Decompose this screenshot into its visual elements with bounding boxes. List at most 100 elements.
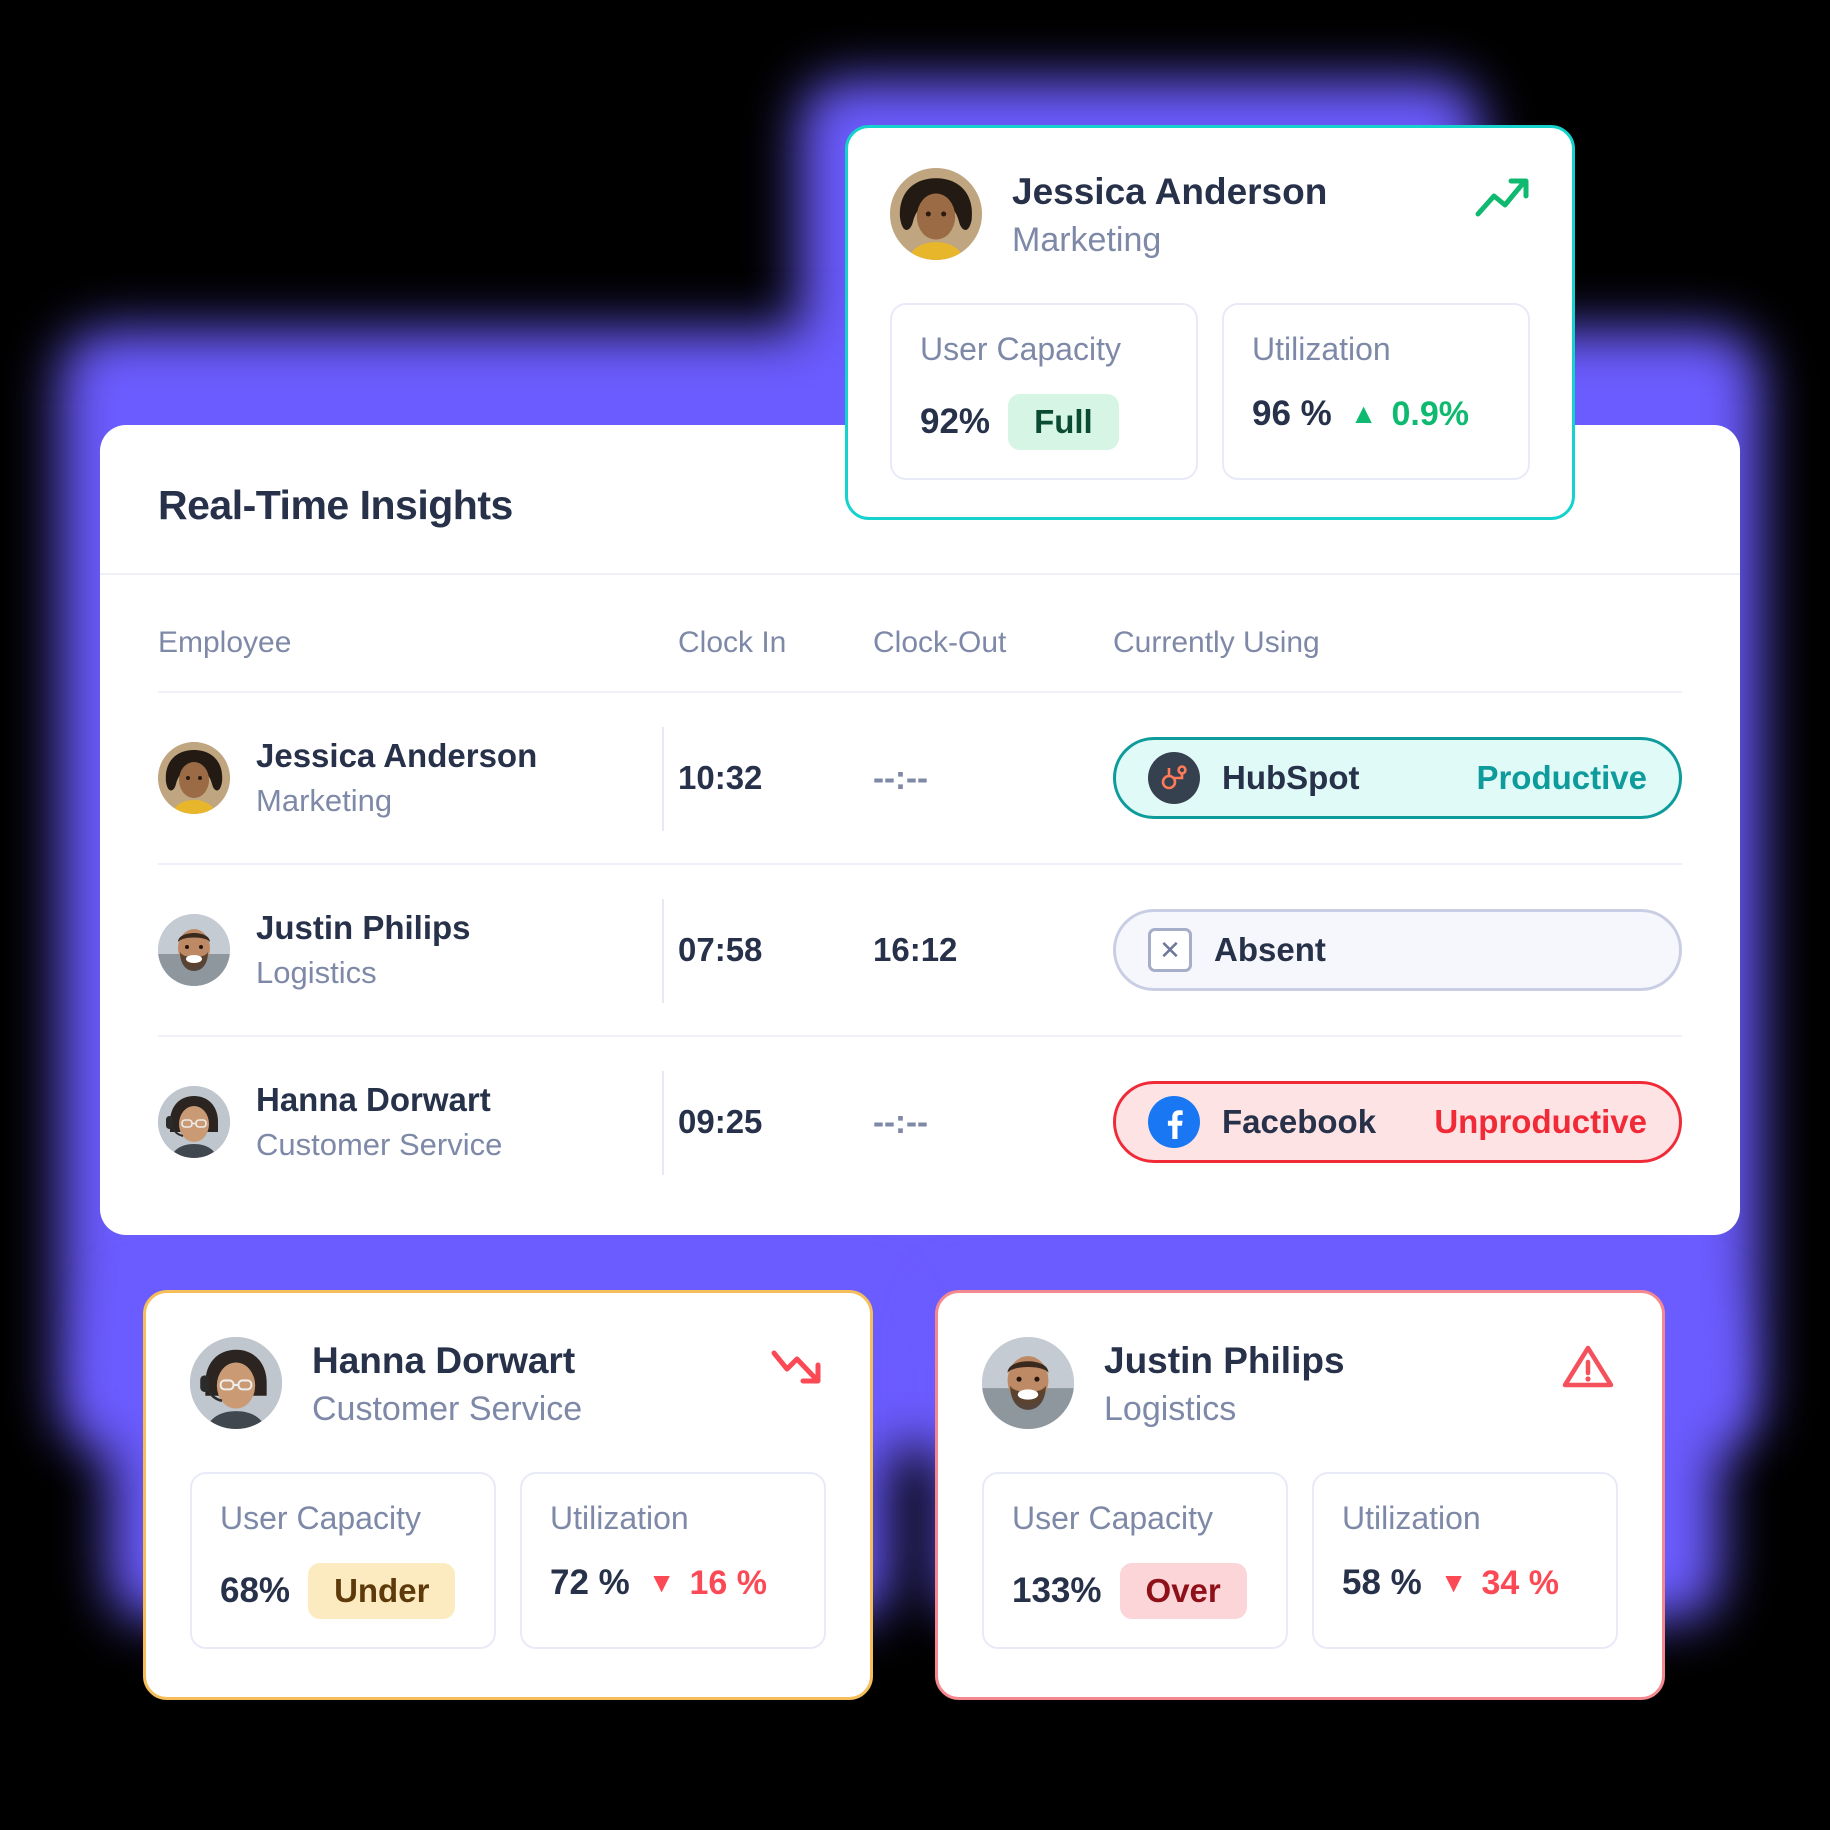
avatar [890,168,982,260]
metric-row: 68% Under [220,1563,466,1620]
status-app-name: HubSpot [1222,759,1360,796]
profile-card-header: Hanna Dorwart Customer Service [190,1337,826,1434]
metric-utilization: Utilization 72 % ▼ 16 % [520,1472,826,1650]
status-chip: Full [1008,394,1119,451]
metric-label: User Capacity [220,1500,421,1537]
profile-role: Logistics [1104,1390,1237,1429]
employee-name: Jessica Anderson [256,737,538,775]
profile-identity: Jessica Anderson Marketing [1012,168,1327,265]
metric-user-capacity: User Capacity 68% Under [190,1472,496,1650]
column-header-employee: Employee [158,626,292,659]
metric-value: 133% [1012,1571,1102,1611]
absent-icon: ✕ [1148,928,1192,972]
trend-down-icon [770,1343,826,1389]
profile-metrics: User Capacity 133% Over Utilization 58 %… [982,1472,1618,1650]
profile-name: Hanna Dorwart [312,1340,576,1381]
avatar-portrait [158,914,230,986]
currently-using-cell: ✕ Absent [1113,909,1682,991]
avatar-portrait [158,1086,230,1158]
metric-utilization: Utilization 96 % ▲ 0.9% [1222,303,1530,481]
employee-name: Hanna Dorwart [256,1081,491,1119]
employee-role: Marketing [256,782,393,818]
facebook-icon [1148,1096,1200,1148]
avatar [190,1337,282,1429]
profile-card-justin-philips: Justin Philips Logistics User Capacity 1… [935,1290,1665,1700]
avatar [982,1337,1074,1429]
table-row[interactable]: Justin Philips Logistics 07:58 16:12 ✕ A… [158,863,1682,1035]
metric-user-capacity: User Capacity 92% Full [890,303,1198,481]
status-badge-productive[interactable]: HubSpot Productive [1113,737,1682,819]
employee-cell: Hanna Dorwart Customer Service [158,1037,678,1207]
status-chip: Under [308,1563,456,1620]
employee-role: Customer Service [256,1126,503,1162]
profile-card-hanna-dorwart: Hanna Dorwart Customer Service User Capa… [143,1290,873,1700]
column-header-clock-out: Clock-Out [873,626,1007,659]
profile-card-jessica-anderson: Jessica Anderson Marketing User Capacity… [845,125,1575,520]
status-chip: Over [1119,1563,1247,1620]
clock-in-value: 09:25 [678,1103,763,1140]
metric-delta: ▼ 16 % [648,1564,767,1603]
metric-value: 58 % [1342,1563,1422,1603]
metric-row: 58 % ▼ 34 % [1342,1563,1588,1603]
metric-value: 96 % [1252,394,1332,434]
clock-out-value: --:-- [873,1103,928,1140]
profile-metrics: User Capacity 92% Full Utilization 96 % … [890,303,1530,481]
trend-up-icon [1474,174,1530,220]
metric-utilization: Utilization 58 % ▼ 34 % [1312,1472,1618,1650]
profile-card-header: Justin Philips Logistics [982,1337,1618,1434]
delta-value: 34 % [1481,1563,1560,1602]
metric-label: Utilization [1342,1500,1481,1537]
metric-row: 72 % ▼ 16 % [550,1563,796,1603]
profile-name: Justin Philips [1104,1340,1345,1381]
metric-value: 72 % [550,1563,630,1603]
status-badge-absent[interactable]: ✕ Absent [1113,909,1682,991]
employee-name: Justin Philips [256,909,471,947]
caret-down-icon: ▼ [1439,1567,1468,1599]
screenshot-root: Real-Time Insights Employee Clock In Clo… [0,0,1830,1830]
avatar [158,742,230,814]
delta-value: 0.9% [1391,394,1470,433]
page-title: Real-Time Insights [158,482,513,528]
caret-down-icon: ▼ [647,1567,676,1599]
currently-using-cell: Facebook Unproductive [1113,1081,1682,1163]
hubspot-icon [1148,752,1200,804]
status-tag: Productive [1476,759,1647,796]
clock-in-value: 07:58 [678,931,763,968]
profile-role: Customer Service [312,1390,583,1429]
profile-identity: Hanna Dorwart Customer Service [312,1337,582,1434]
profile-identity: Justin Philips Logistics [1104,1337,1345,1434]
avatar-portrait [158,742,230,814]
currently-using-cell: HubSpot Productive [1113,737,1682,819]
table-row[interactable]: Jessica Anderson Marketing 10:32 --:-- H… [158,691,1682,863]
warning-icon [1562,1343,1618,1389]
profile-card-header: Jessica Anderson Marketing [890,168,1530,265]
metric-label: Utilization [1252,331,1391,368]
metric-user-capacity: User Capacity 133% Over [982,1472,1288,1650]
table-row[interactable]: Hanna Dorwart Customer Service 09:25 --:… [158,1035,1682,1207]
caret-up-icon: ▲ [1349,398,1378,430]
delta-value: 16 % [689,1563,768,1602]
status-badge-unproductive[interactable]: Facebook Unproductive [1113,1081,1682,1163]
metric-row: 133% Over [1012,1563,1258,1620]
status-app-name: Absent [1214,931,1326,968]
metric-delta: ▲ 0.9% [1350,395,1469,434]
real-time-insights-panel: Real-Time Insights Employee Clock In Clo… [100,425,1740,1235]
employee-table: Employee Clock In Clock-Out Currently Us… [158,595,1682,1207]
panel-divider [100,573,1740,575]
profile-metrics: User Capacity 68% Under Utilization 72 %… [190,1472,826,1650]
employee-identity: Justin Philips Logistics [256,906,471,994]
clock-in-value: 10:32 [678,759,763,796]
avatar-portrait [982,1337,1074,1429]
metric-value: 92% [920,402,991,442]
clock-out-value: 16:12 [873,931,958,968]
column-header-clock-in: Clock In [678,626,787,659]
status-app-name: Facebook [1222,1103,1377,1140]
metric-delta: ▼ 34 % [1440,1564,1559,1603]
metric-row: 96 % ▲ 0.9% [1252,394,1500,434]
metric-row: 92% Full [920,394,1168,451]
employee-cell: Justin Philips Logistics [158,865,678,1035]
employee-identity: Jessica Anderson Marketing [256,734,537,822]
status-tag: Unproductive [1434,1103,1647,1140]
avatar [158,1086,230,1158]
avatar [158,914,230,986]
